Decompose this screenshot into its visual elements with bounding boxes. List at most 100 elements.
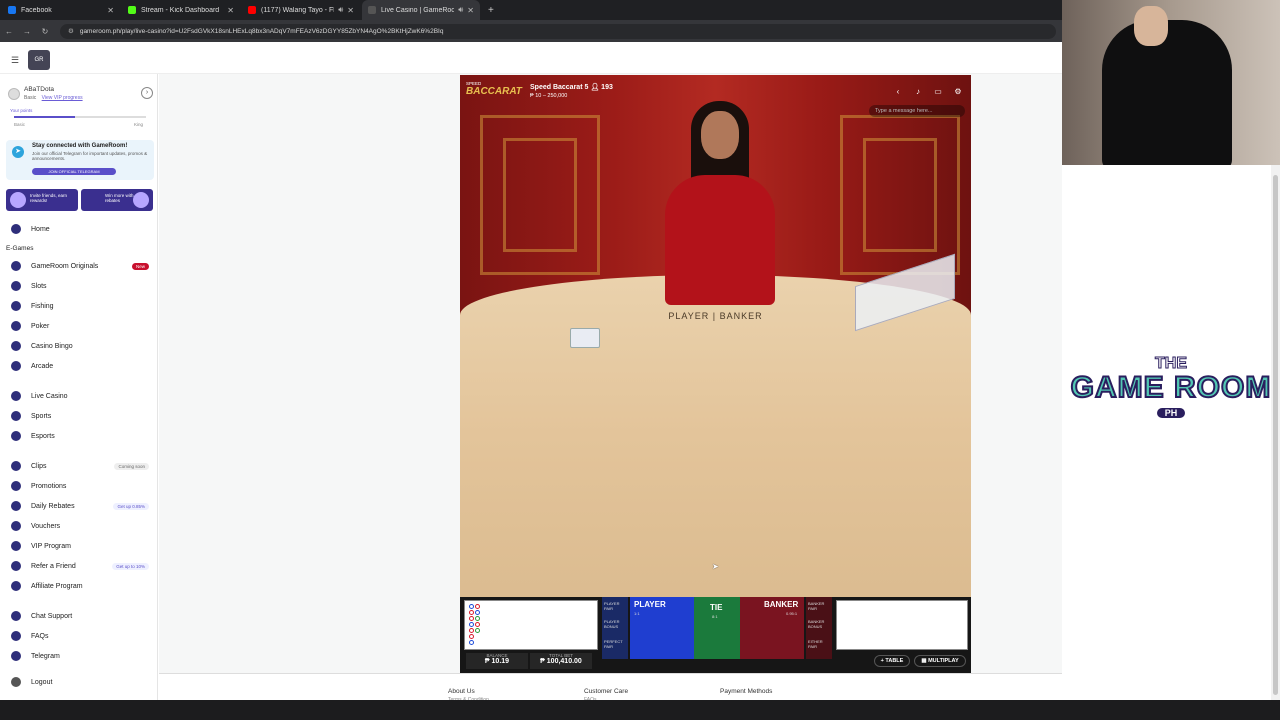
username: ABaTDota — [24, 86, 54, 93]
sidebar-item-faqs[interactable]: FAQs — [0, 626, 158, 646]
speaker-icon[interactable]: 🔊︎ — [338, 5, 343, 15]
telegram-icon: ➤ — [12, 146, 24, 158]
tab-title: Facebook — [21, 6, 52, 14]
controller-icon — [11, 431, 21, 441]
close-icon[interactable]: ✕ — [227, 6, 234, 15]
telegram-desc: Join our official Telegram for important… — [32, 151, 148, 161]
table-name: Speed Baccarat 5 — [530, 84, 589, 91]
site-logo[interactable]: GR — [28, 50, 50, 70]
player-count-icon: 👤︎ — [590, 84, 600, 91]
sidebar-item-rebates[interactable]: Daily Rebates Get up 0.85% — [0, 496, 158, 516]
points-progress — [14, 116, 146, 118]
volume-icon[interactable]: ♪ — [911, 85, 925, 99]
sidebar-item-label: FAQs — [31, 632, 49, 640]
sidebar-item-label: Logout — [31, 678, 53, 686]
settings-icon[interactable]: ⚙︎ — [951, 85, 965, 99]
tie-bet[interactable]: TIE 8:1 — [694, 597, 740, 659]
sidebar-item-slots[interactable]: Slots — [0, 276, 158, 296]
url-field[interactable]: ⚙︎ gameroom.ph/play/live-casino?id=U2Fsd… — [60, 23, 1056, 39]
sidebar-item-vip[interactable]: VIP Program — [0, 536, 158, 556]
footer-payment-methods[interactable]: Payment Methods — [720, 688, 772, 695]
big-road[interactable] — [836, 600, 968, 650]
new-tab-button[interactable]: + — [488, 5, 494, 16]
sidebar-item-telegram[interactable]: Telegram — [0, 646, 158, 666]
speaker-icon[interactable]: 🔊︎ — [458, 5, 463, 15]
chevron-right-icon[interactable]: › — [141, 87, 153, 99]
sidebar-item-live-casino[interactable]: Live Casino — [0, 386, 158, 406]
tab-live-casino[interactable]: Live Casino | GameRoom 🔊︎ ✕ — [362, 0, 480, 20]
chat-input[interactable]: Type a message here... — [869, 105, 965, 117]
sidebar-item-vouchers[interactable]: Vouchers — [0, 516, 158, 536]
page: ☰ GR ABaTDota Basic View VIP progress › … — [0, 42, 1062, 703]
player-bonus[interactable]: PLAYER BONUS — [604, 619, 628, 629]
tab-kick[interactable]: Stream - Kick Dashboard ✕ — [122, 0, 240, 20]
bead-road[interactable] — [464, 600, 598, 650]
game-logo: SPEED BACCARAT — [466, 81, 524, 103]
logo-big: BACCARAT — [466, 86, 522, 97]
tie-odds: 8:1 — [712, 614, 718, 619]
sidebar-item-home[interactable]: Home — [0, 219, 158, 239]
player-bet[interactable]: PLAYER 1:1 — [630, 597, 694, 659]
multiplay-button[interactable]: ▦ MULTIPLAY — [914, 655, 966, 667]
handshake-icon — [11, 581, 21, 591]
table-button[interactable]: + TABLE — [874, 655, 910, 667]
footer-customer-care[interactable]: Customer Care — [584, 688, 628, 695]
reload-icon[interactable]: ↻ — [36, 27, 54, 36]
sidebar-item-label: Home — [31, 225, 50, 233]
gamepad-icon — [11, 261, 21, 271]
scrollbar-thumb[interactable] — [1273, 175, 1278, 695]
tab-title: Stream - Kick Dashboard — [141, 6, 220, 14]
telegram-icon — [11, 651, 21, 661]
balance-value: ₱ 10.19 — [484, 658, 510, 665]
banker-bonus[interactable]: BANKER BONUS — [808, 619, 832, 629]
sidebar-item-fishing[interactable]: Fishing — [0, 296, 158, 316]
back-icon[interactable]: ‹ — [891, 85, 905, 99]
sidebar-item-bingo[interactable]: Casino Bingo — [0, 336, 158, 356]
forward-icon[interactable]: → — [18, 27, 36, 36]
side-bets-player[interactable]: PLAYER PAIR PLAYER BONUS PERFECT PAIR — [602, 597, 628, 659]
sidebar-item-label: Vouchers — [31, 522, 61, 530]
sidebar-item-refer[interactable]: Refer a Friend Get up to 10% — [0, 556, 158, 576]
close-icon[interactable]: ✕ — [347, 6, 354, 15]
invite-promo[interactable]: Invite friends, earn rewards! — [6, 189, 78, 211]
rebates-promo[interactable]: Win more with rebates — [81, 189, 153, 211]
kick-icon — [128, 6, 136, 14]
sidebar-item-esports[interactable]: Esports — [0, 426, 158, 446]
bingo-icon — [11, 341, 21, 351]
banker-bet[interactable]: BANKER 0.95:1 — [740, 597, 804, 659]
either-pair[interactable]: EITHER PAIR — [808, 639, 832, 649]
sidebar-item-affiliate[interactable]: Affiliate Program — [0, 576, 158, 596]
sidebar-item-logout[interactable]: Logout — [0, 672, 158, 692]
join-telegram-button[interactable]: JOIN OFFICIAL TELEGRAM — [32, 168, 116, 175]
bet-range[interactable]: ₱ 10 – 250,000 — [530, 93, 567, 99]
back-icon[interactable]: ← — [0, 27, 18, 36]
player-odds: 1:1 — [634, 611, 640, 616]
tab-youtube[interactable]: (1177) Walang Tayo - Flow 🔊︎ ✕ — [242, 0, 360, 20]
close-icon[interactable]: ✕ — [467, 6, 474, 15]
site-info-icon[interactable]: ⚙︎ — [68, 27, 74, 35]
gameroom-icon — [368, 6, 376, 14]
banker-pair[interactable]: BANKER PAIR — [808, 601, 832, 611]
sidebar-item-originals[interactable]: GameRoom Originals New — [0, 256, 158, 276]
gift-icon — [11, 481, 21, 491]
sidebar-item-sports[interactable]: Sports — [0, 406, 158, 426]
sidebar-item-chat-support[interactable]: Chat Support — [0, 606, 158, 626]
sidebar-item-label: Affiliate Program — [31, 582, 83, 590]
arcade-icon — [11, 361, 21, 371]
scrollbar[interactable] — [1271, 165, 1280, 700]
live-baccarat-game[interactable]: PLAYER | BANKER SPEED BACCARAT Speed Bac… — [460, 75, 971, 673]
menu-icon[interactable]: ☰ — [11, 55, 19, 66]
side-bets-banker[interactable]: BANKER PAIR BANKER BONUS EITHER PAIR — [806, 597, 832, 659]
footer-about[interactable]: About Us — [448, 688, 475, 695]
sidebar-item-promotions[interactable]: Promotions — [0, 476, 158, 496]
sidebar-item-poker[interactable]: Poker — [0, 316, 158, 336]
sidebar-item-clips[interactable]: Clips Coming soon — [0, 456, 158, 476]
close-icon[interactable]: ✕ — [107, 6, 114, 15]
tab-facebook[interactable]: Facebook ✕ — [2, 0, 120, 20]
sidebar-item-arcade[interactable]: Arcade — [0, 356, 158, 376]
vip-progress-link[interactable]: View VIP progress — [42, 95, 83, 101]
chat-icon[interactable]: ▭ — [931, 85, 945, 99]
tier-end: King — [134, 122, 144, 127]
perfect-pair[interactable]: PERFECT PAIR — [604, 639, 628, 649]
player-pair[interactable]: PLAYER PAIR — [604, 601, 628, 611]
